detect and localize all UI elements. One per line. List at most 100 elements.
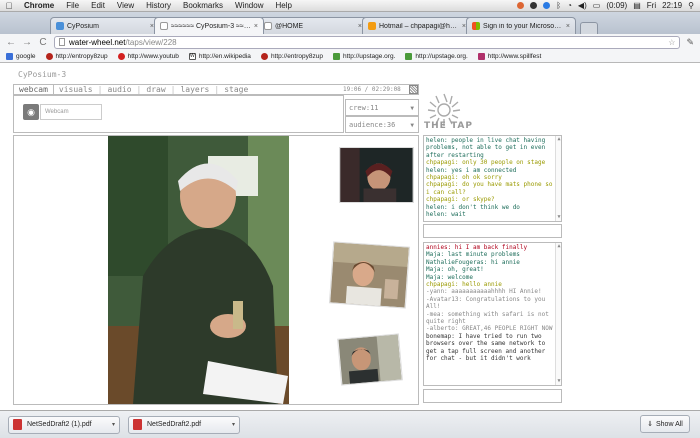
bookmark-label: http://entropy8zup — [55, 52, 108, 60]
tab-visuals[interactable]: visuals — [54, 85, 98, 94]
chat-message: chpapagi: do you have mats phone so i ca… — [426, 181, 553, 196]
scroll-down-icon[interactable]: ▼ — [556, 378, 561, 385]
show-all-downloads-button[interactable]: ⇓ Show All — [640, 415, 690, 433]
crew-select[interactable]: crew:11 ▼ — [345, 99, 419, 116]
chat-scrollbar[interactable]: ▲ ▼ — [555, 136, 561, 221]
tray-dropbox-icon[interactable] — [543, 2, 551, 9]
tab-title: @HOME — [275, 22, 304, 30]
clock-time[interactable]: 22:19 — [662, 1, 682, 10]
scroll-up-icon[interactable]: ▲ — [556, 243, 561, 250]
bookmarks-bar: google http://entropy8zup http://www.you… — [0, 50, 700, 63]
tab-draw[interactable]: draw — [141, 85, 170, 94]
chevron-down-icon[interactable]: ▾ — [112, 421, 115, 428]
bookmark-spillfest[interactable]: http://www.spillfest — [477, 52, 541, 60]
bookmark-label: http://upstage.org. — [415, 52, 468, 60]
menu-help[interactable]: Help — [269, 1, 297, 10]
tray-skype-icon[interactable] — [530, 2, 538, 9]
bookmark-google[interactable]: google — [6, 52, 36, 60]
page-info-icon[interactable] — [59, 38, 65, 46]
webcam-feed-2 — [328, 241, 411, 309]
chat-scrollbar[interactable]: ▲ ▼ — [555, 243, 561, 385]
tab-hotmail[interactable]: Hotmail – chpapagi@hotmail × — [362, 17, 472, 34]
clock-day[interactable]: Fri — [647, 1, 656, 10]
apple-icon[interactable]:  — [0, 1, 18, 11]
reload-button[interactable]: C — [38, 37, 48, 48]
webcam-icon[interactable]: ◉ — [23, 104, 39, 120]
chat-message: bonemap: I have tried to run two browser… — [426, 332, 549, 363]
menu-window[interactable]: Window — [229, 1, 269, 10]
chat-message: chpapagi: oh ok sorry — [426, 174, 502, 182]
bluetooth-icon[interactable]: ᛒ — [556, 1, 561, 10]
crew-chat-input[interactable] — [423, 224, 562, 238]
bookmark-youtube[interactable]: http://www.youtub — [117, 52, 179, 60]
download-filename: NetSedDraft2 (1).pdf — [27, 421, 92, 428]
tab-close-icon[interactable]: × — [254, 23, 258, 30]
bookmark-entropy8zup[interactable]: http://entropy8zup — [45, 52, 108, 60]
audience-count: audience:36 — [349, 121, 396, 129]
entropy-icon — [260, 52, 268, 60]
fullscreen-icon[interactable] — [409, 85, 418, 94]
bookmark-entropy8zup-2[interactable]: http://entropy8zup — [260, 52, 323, 60]
tab-home[interactable]: @HOME × — [258, 17, 368, 34]
browser-toolbar: ← → C water-wheel.net /taps/view/228 ☆ ✎ — [0, 34, 700, 50]
bookmark-star-icon[interactable]: ☆ — [668, 38, 675, 47]
session-timer: 19:06 / 02:29:08 — [343, 86, 401, 93]
spotlight-icon[interactable]: ⚲ — [688, 1, 694, 10]
flag-icon[interactable]: ▤ — [633, 1, 641, 10]
hotmail-favicon-icon — [368, 22, 376, 30]
tray-app-icon[interactable] — [517, 2, 525, 9]
bookmark-upstage-2[interactable]: http://upstage.org. — [405, 52, 468, 60]
chevron-down-icon[interactable]: ▾ — [232, 421, 235, 428]
chat-lines: helen: people in live chat having proble… — [426, 137, 559, 218]
downloads-arrow-icon: ⇓ — [647, 421, 653, 428]
menu-view[interactable]: View — [111, 1, 140, 10]
tab-layers[interactable]: layers — [175, 85, 214, 94]
bookmark-label: http://upstage.org. — [342, 52, 396, 60]
tab-title: Hotmail – chpapagi@hotmail — [379, 22, 459, 30]
chat-message: helen: wait — [426, 211, 466, 219]
download-item[interactable]: NetSedDraft2 (1).pdf ▾ — [8, 415, 120, 434]
tab-audio[interactable]: audio — [102, 85, 136, 94]
menu-chrome[interactable]: Chrome — [18, 1, 60, 10]
bookmark-label: google — [16, 52, 36, 60]
crew-chat-log[interactable]: helen: people in live chat having proble… — [423, 135, 562, 222]
bookmark-label: http://www.youtub — [127, 52, 179, 60]
tab-webcam[interactable]: webcam — [14, 85, 54, 94]
cyposium-favicon-icon — [56, 22, 64, 30]
audience-select[interactable]: audience:36 ▼ — [345, 116, 419, 133]
tab-cyposium-3[interactable]: ≈≈≈≈≈≈ CyPosium-3 ≈≈≈≈≈≈ × — [154, 17, 264, 34]
tab-stage[interactable]: stage — [219, 85, 253, 94]
url-host: water-wheel.net — [69, 37, 126, 47]
scroll-down-icon[interactable]: ▼ — [556, 214, 561, 221]
webcam-label[interactable]: Webcam — [40, 104, 102, 120]
menu-file[interactable]: File — [60, 1, 85, 10]
downloads-shelf: NetSedDraft2 (1).pdf ▾ NetSedDraft2.pdf … — [0, 410, 700, 438]
chat-message: -Avatar13: Congratulations to you All! — [426, 295, 549, 311]
forward-button[interactable]: → — [22, 37, 32, 48]
url-path: /taps/view/228 — [125, 37, 177, 47]
address-bar[interactable]: water-wheel.net /taps/view/228 ☆ — [54, 35, 681, 49]
battery-icon[interactable]: ▭ — [593, 1, 601, 10]
download-item[interactable]: NetSedDraft2.pdf ▾ — [128, 415, 240, 434]
scroll-up-icon[interactable]: ▲ — [556, 136, 561, 143]
tab-title: ≈≈≈≈≈≈ CyPosium-3 ≈≈≈≈≈≈ — [171, 22, 251, 30]
new-tab-button[interactable] — [580, 22, 598, 34]
audience-chat-log[interactable]: annies: hi I am back finally Maja: last … — [423, 242, 562, 386]
wrench-menu-icon[interactable]: ✎ — [686, 37, 694, 48]
chat-message: Maja: last minute problems — [426, 251, 520, 259]
the-tap-logo-text: THE TAP — [424, 121, 473, 131]
tab-microsoft-signin[interactable]: Sign in to your Microsoft acc × — [466, 17, 576, 34]
menu-history[interactable]: History — [140, 1, 177, 10]
menu-bookmarks[interactable]: Bookmarks — [177, 1, 229, 10]
chevron-down-icon: ▼ — [410, 105, 414, 112]
tab-close-icon[interactable]: × — [566, 23, 570, 30]
menu-edit[interactable]: Edit — [85, 1, 111, 10]
bookmark-upstage[interactable]: http://upstage.org. — [332, 52, 396, 60]
back-button[interactable]: ← — [6, 37, 16, 48]
chat-message: NathalieFougeras: hi annie — [426, 258, 520, 266]
audience-chat-input[interactable] — [423, 389, 562, 403]
volume-icon[interactable]: ◀) — [578, 1, 587, 10]
wifi-icon[interactable]: ◔ — [567, 1, 572, 10]
bookmark-wikipedia[interactable]: Whttp://en.wikipedia — [188, 52, 251, 60]
tab-cyposium[interactable]: CyPosium × — [50, 17, 160, 34]
